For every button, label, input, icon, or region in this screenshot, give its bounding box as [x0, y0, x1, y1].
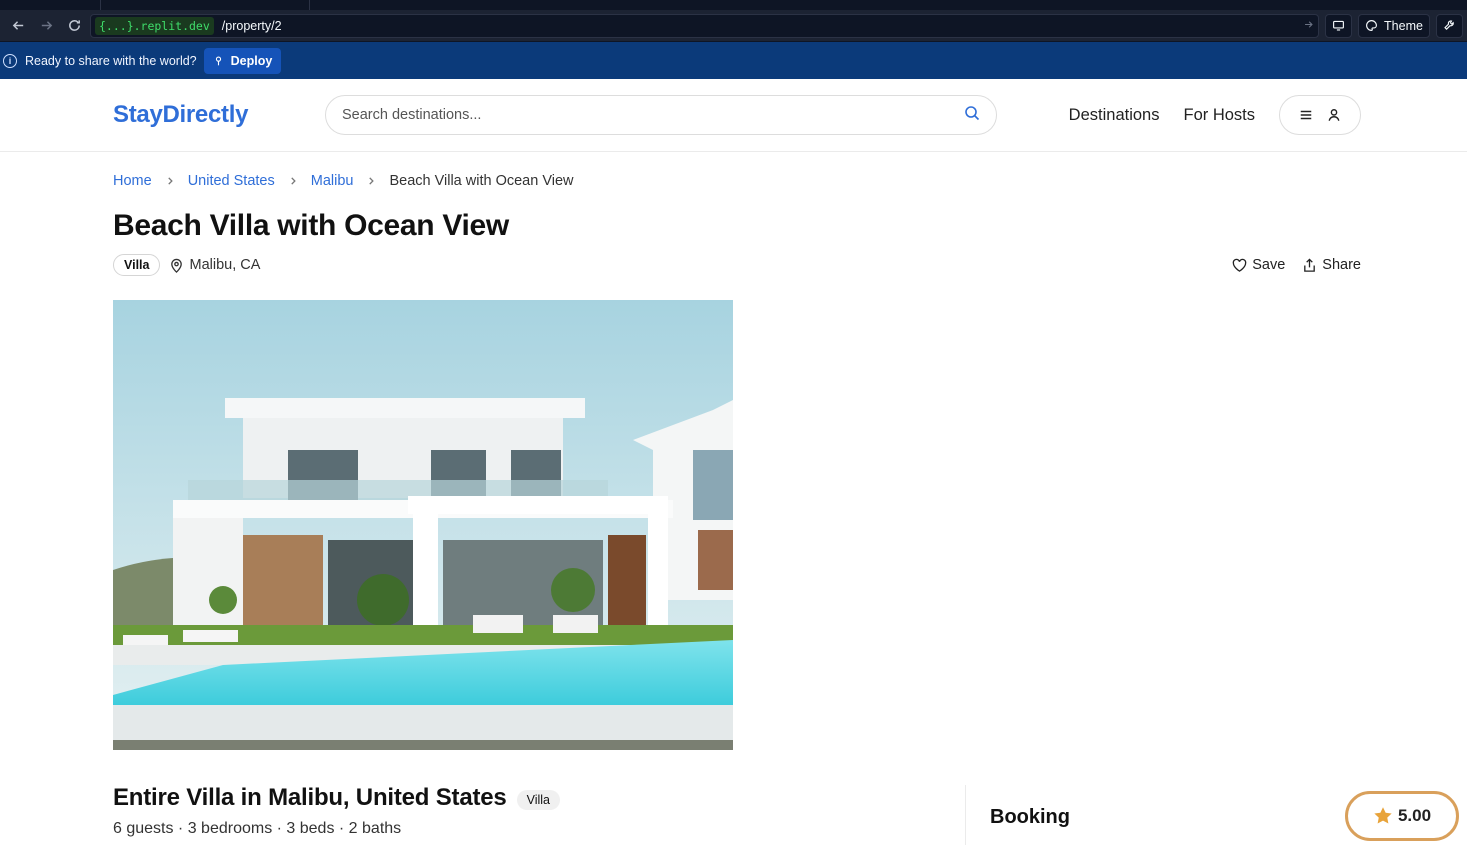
main-content: Home United States Malibu Beach Villa wi… [0, 173, 1467, 838]
address-path: /property/2 [221, 18, 282, 33]
wrench-icon [1444, 20, 1454, 30]
site-logo[interactable]: StayDirectly [113, 101, 248, 129]
chevron-right-icon [165, 176, 175, 186]
save-button[interactable]: Save [1232, 257, 1285, 273]
share-label: Share [1322, 257, 1361, 273]
search-input[interactable]: Search destinations... [325, 95, 997, 135]
theme-button[interactable]: Theme [1358, 13, 1430, 38]
theme-label: Theme [1384, 18, 1423, 33]
property-type-badge: Villa [113, 254, 161, 276]
villa-image [113, 300, 733, 750]
pin-icon [215, 56, 221, 66]
chevron-right-icon [288, 176, 298, 186]
deploy-banner: i Ready to share with the world? Deploy [0, 42, 1467, 79]
booking-heading: Booking [990, 806, 1070, 828]
user-icon [1328, 109, 1340, 121]
palette-icon [1366, 20, 1377, 31]
devtools-button[interactable] [1436, 13, 1463, 38]
listing-type-badge: Villa [516, 789, 560, 810]
chevron-right-icon [366, 176, 376, 186]
breadcrumb: Home United States Malibu Beach Villa wi… [113, 173, 1361, 189]
save-label: Save [1252, 257, 1286, 273]
nav-for-hosts[interactable]: For Hosts [1183, 106, 1255, 125]
browser-top-strip [0, 0, 1467, 10]
menu-icon [1300, 110, 1312, 120]
deploy-button[interactable]: Deploy [203, 47, 282, 74]
site-header: StayDirectly Search destinations... Dest… [0, 79, 1467, 152]
property-photo[interactable] [113, 300, 733, 750]
breadcrumb-city[interactable]: Malibu [311, 173, 354, 189]
device-preview-button[interactable] [1325, 13, 1352, 38]
breadcrumb-home[interactable]: Home [113, 173, 152, 189]
rating-badge[interactable]: 5.00 [1345, 791, 1459, 841]
share-button[interactable]: Share [1302, 257, 1361, 273]
reload-icon[interactable] [60, 12, 88, 40]
nav-destinations[interactable]: Destinations [1069, 106, 1160, 125]
location-text: Malibu, CA [189, 257, 261, 273]
deploy-button-label: Deploy [230, 53, 273, 68]
browser-tab[interactable] [100, 0, 310, 10]
breadcrumb-current: Beach Villa with Ocean View [389, 173, 574, 189]
map-pin-icon [171, 258, 183, 273]
search-placeholder: Search destinations... [342, 107, 482, 123]
user-menu-button[interactable] [1279, 95, 1361, 135]
browser-toolbar: {...}.replit.dev /property/2 Theme [0, 10, 1467, 42]
property-location: Malibu, CA [169, 257, 260, 273]
page-title: Beach Villa with Ocean View [113, 209, 509, 242]
info-icon: i [3, 53, 17, 68]
listing-subtitle: Entire Villa in Malibu, United States [113, 784, 507, 811]
back-icon[interactable] [4, 12, 32, 40]
address-domain: {...}.replit.dev [95, 16, 214, 35]
listing-specs: 6 guests · 3 bedrooms · 3 beds · 2 baths [113, 820, 402, 837]
property-meta: Villa Malibu, CA Save Share [113, 253, 1361, 277]
heart-icon [1232, 258, 1247, 272]
breadcrumb-country[interactable]: United States [188, 173, 275, 189]
search-icon[interactable] [964, 105, 980, 126]
address-bar[interactable]: {...}.replit.dev /property/2 [90, 13, 1319, 38]
column-divider [965, 785, 966, 845]
listing-summary: Entire Villa in Malibu, United States Vi… [113, 784, 1361, 812]
monitor-icon [1333, 20, 1344, 31]
share-icon [1304, 257, 1316, 272]
go-arrow-icon[interactable] [1303, 19, 1314, 33]
forward-icon[interactable] [32, 12, 60, 40]
star-icon [1374, 807, 1392, 824]
rating-value: 5.00 [1397, 806, 1432, 825]
deploy-message: Ready to share with the world? [25, 53, 197, 68]
